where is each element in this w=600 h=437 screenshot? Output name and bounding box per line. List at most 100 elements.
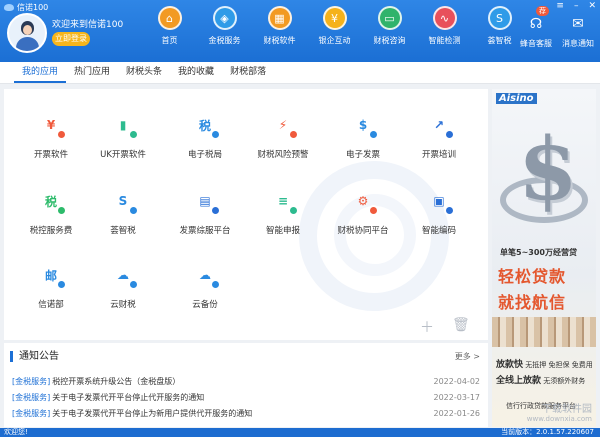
ad-brand-logo: Aisino xyxy=(496,93,537,104)
tab-1[interactable]: 热门应用 xyxy=(66,62,118,83)
notice-item[interactable]: [金税服务] 税控开票系统升级公告（金税盘版） 2022-04-02 xyxy=(12,373,480,389)
main-nav: ⌂ 首页 ◈ 金税服务 ▦ 财税软件 ¥ 银企互动 ▭ 财税咨询 ∿ 智能检测 S 荟智税 xyxy=(142,6,527,46)
app-tile[interactable]: 税电子税局 xyxy=(166,111,244,161)
tool-label: 消息通知 xyxy=(562,39,594,48)
ad-banner[interactable]: Aisino $ 单笔5~300万经营贷 轻松贷款 就找航信 放款快 无抵押 免… xyxy=(492,89,596,427)
app-tile[interactable]: ¥ 开票软件 xyxy=(12,111,90,160)
nav-item-2[interactable]: ▦ 财税软件 xyxy=(252,6,307,46)
message-icon: ✉ xyxy=(572,16,584,32)
tab-2[interactable]: 财税头条 xyxy=(118,62,170,83)
cloud-tax-icon: ☁ xyxy=(109,261,139,290)
huizhi-icon: S xyxy=(109,187,139,216)
customer-service-icon: ☊ xyxy=(529,16,543,32)
notice-tag: [金税服务] xyxy=(12,392,51,402)
app-label: 电子发票 xyxy=(345,150,380,160)
app-tile[interactable]: S 荟智税 xyxy=(84,187,162,236)
app-tile[interactable]: ⚡ 财税风险预警 xyxy=(244,111,322,160)
watermark-name: 下载软件园 xyxy=(542,404,592,415)
app-tile[interactable]: ☁ 云备份 xyxy=(166,261,244,310)
invoice-platform-icon: ▤ xyxy=(191,187,221,216)
welcome-text: 欢迎来到信诺100 xyxy=(52,20,124,30)
app-tile[interactable]: $ 电子发票 xyxy=(324,111,402,160)
home-icon: ⌂ xyxy=(157,6,182,30)
notice-date: 2022-01-26 xyxy=(433,408,481,418)
window-title: 信诺100 xyxy=(17,2,49,12)
app-label: 电子税局 xyxy=(187,150,222,160)
notice-text: 关于电子发票代开平台停止为新用户提供代开服务的通知 xyxy=(52,408,253,418)
status-bar: 欢迎您! 当前版本：2.0.1.57.220607 xyxy=(0,428,600,437)
app-tile[interactable]: ☁ 云财税 xyxy=(84,261,162,310)
brand-s-icon: S xyxy=(487,6,512,30)
ad-row-1-tags: 无抵押 免担保 免费用 xyxy=(525,361,593,369)
tab-0[interactable]: 我的应用 xyxy=(14,62,67,83)
minimize-icon[interactable]: – xyxy=(574,0,579,12)
app-tile[interactable]: ↗ 开票培训 xyxy=(400,111,478,160)
nav-label: 首页 xyxy=(161,36,178,45)
ad-row-2: 全线上放款 无须额外财务 xyxy=(496,373,585,386)
tab-4[interactable]: 财税部落 xyxy=(222,62,274,83)
header-bar: 信诺100 ≡ – ✕ 欢迎来到信诺100 立即登录 ⌂ 首页 ◈ 金税服务 ▦ 财税软件… xyxy=(0,0,600,62)
app-tile[interactable]: ≡ 智能申报 xyxy=(244,187,322,236)
nav-item-6[interactable]: S 荟智税 xyxy=(472,6,527,46)
add-icon[interactable]: ＋ xyxy=(420,317,434,337)
tool-1[interactable]: ✉ 消息通知 xyxy=(562,14,594,49)
app-tile[interactable]: ⚙ 财税协同平台 xyxy=(324,187,402,236)
truck-icon: 邮 xyxy=(37,261,67,290)
close-icon[interactable]: ✕ xyxy=(588,0,596,12)
trash-icon[interactable]: 🗑 xyxy=(452,317,470,337)
ad-row-2-tags: 无须额外财务 xyxy=(543,377,586,385)
app-tile[interactable]: 税税控服务费 xyxy=(12,187,90,237)
notice-tag: [金税服务] xyxy=(12,408,51,418)
apps-panel: ＋ 🗑 ¥ 开票软件 ▮ UK开票软件税电子税局 ⚡ 财税风险预警 $ 电子发票 ↗ 开票培训税税… xyxy=(4,89,488,340)
app-label: 财税协同平台 xyxy=(337,226,389,236)
app-tile[interactable]: ▮ UK开票软件 xyxy=(84,111,162,160)
site-watermark: 下载软件园 www.downxia.com xyxy=(527,400,592,423)
app-label: UK开票软件 xyxy=(100,150,146,160)
notice-item[interactable]: [金税服务] 关于电子发票代开平台停止代开服务的通知 2022-03-17 xyxy=(12,389,480,405)
risk-warning-icon: ⚡ xyxy=(269,111,299,140)
nav-item-5[interactable]: ∿ 智能检测 xyxy=(417,6,472,46)
tax-service-icon: ◈ xyxy=(212,6,237,30)
nav-label: 银企互动 xyxy=(318,36,351,45)
nav-label: 荟智税 xyxy=(487,36,512,45)
nav-item-3[interactable]: ¥ 银企互动 xyxy=(307,6,362,46)
ad-headline-2: 就找航信 xyxy=(498,293,567,312)
nav-item-1[interactable]: ◈ 金税服务 xyxy=(197,6,252,46)
bank-icon: ¥ xyxy=(322,6,347,30)
status-welcome: 欢迎您! xyxy=(4,428,28,436)
ad-row-1-main: 放款快 xyxy=(496,360,524,370)
monitor-icon: ∿ xyxy=(432,6,457,30)
app-label: 智能编码 xyxy=(421,226,456,236)
login-button[interactable]: 立即登录 xyxy=(52,32,90,46)
notice-date: 2022-03-17 xyxy=(433,392,481,402)
avatar[interactable] xyxy=(7,13,47,53)
app-label: 税控服务费 xyxy=(29,226,73,236)
notice-item[interactable]: [金税服务] 关于电子发票代开平台停止为新用户提供代开服务的通知 2022-01-2… xyxy=(12,405,480,421)
tab-3[interactable]: 我的收藏 xyxy=(170,62,222,83)
cloud-backup-icon: ☁ xyxy=(191,261,221,290)
nav-item-0[interactable]: ⌂ 首页 xyxy=(142,6,197,46)
menu-icon[interactable]: ≡ xyxy=(556,0,564,12)
notice-more-link[interactable]: 更多 > xyxy=(455,351,480,362)
app-tile[interactable]: ▣ 智能编码 xyxy=(400,187,478,236)
ukey-icon: ▮ xyxy=(109,111,139,140)
notice-text: 关于电子发票代开平台停止代开服务的通知 xyxy=(52,392,205,402)
right-tools: ☊ 荐蜂音客服 ✉ 消息通知 xyxy=(520,6,594,49)
ad-row-2-main: 全线上放款 xyxy=(496,376,542,386)
nav-label: 金税服务 xyxy=(208,36,241,45)
window-controls: ≡ – ✕ xyxy=(556,0,596,12)
app-label: 开票培训 xyxy=(421,150,456,160)
app-tabs: 我的应用 热门应用 财税头条 我的收藏 财税部落 xyxy=(0,62,600,84)
app-tile[interactable]: 邮信诺部 xyxy=(12,261,90,310)
notice-panel: 通知公告 更多 > [金税服务] 税控开票系统升级公告（金税盘版） 2022-04-… xyxy=(4,343,488,427)
tv-consult-icon: ▭ xyxy=(377,6,402,30)
tool-0[interactable]: ☊ 荐蜂音客服 xyxy=(520,6,552,49)
tax-fee-icon: 税 xyxy=(37,187,67,216)
e-tax-icon: 税 xyxy=(191,111,221,140)
e-invoice-icon: $ xyxy=(349,111,379,140)
invoice-software-icon: ¥ xyxy=(37,111,67,140)
app-tile[interactable]: ▤ 发票综服平台 xyxy=(166,187,244,236)
notice-list: [金税服务] 税控开票系统升级公告（金税盘版） 2022-04-02 [金税服务] 关于… xyxy=(12,373,480,421)
version-text: 当前版本：2.0.1.57.220607 xyxy=(501,428,594,436)
nav-item-4[interactable]: ▭ 财税咨询 xyxy=(362,6,417,46)
